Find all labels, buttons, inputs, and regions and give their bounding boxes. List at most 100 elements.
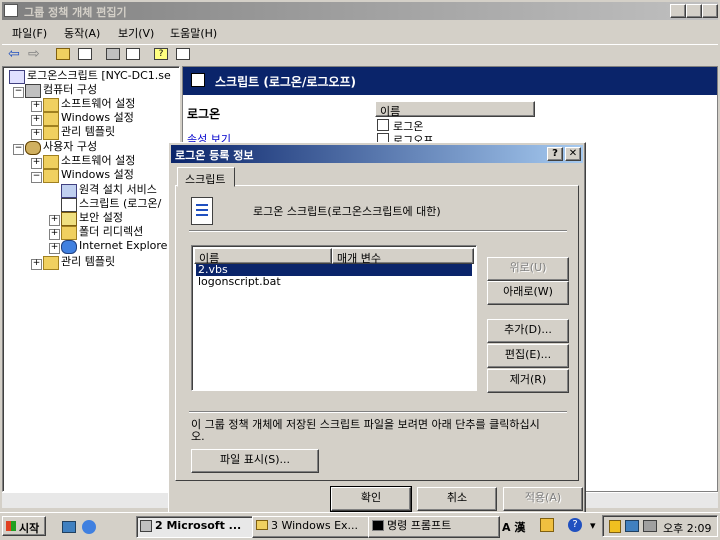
help-tray-icon[interactable]: ?	[568, 518, 582, 532]
quicklaunch-desktop-icon[interactable]	[62, 521, 76, 533]
scripts-icon	[191, 73, 205, 87]
dialog-title: 로그온 등록 정보	[175, 149, 254, 162]
menu-file[interactable]: 파일(F)	[12, 25, 47, 41]
tree-software-settings[interactable]: 소프트웨어 설정	[61, 97, 135, 111]
menu-action[interactable]: 동작(A)	[64, 25, 100, 41]
task-button-cmd[interactable]: 명령 프롬프트	[368, 516, 500, 538]
task-label: 3 Windows Ex...	[271, 519, 359, 532]
script-list[interactable]: 이름 매개 변수 2.vbs logonscript.bat	[191, 245, 477, 391]
expander-windows[interactable]: +	[31, 115, 42, 126]
up-folder-icon[interactable]	[56, 48, 70, 60]
security-icon	[61, 212, 77, 226]
expander-user-admin[interactable]: +	[31, 259, 42, 270]
expander-software[interactable]: +	[31, 101, 42, 112]
cancel-button[interactable]: 취소	[417, 487, 497, 511]
separator	[189, 411, 567, 413]
windows-logo-icon	[6, 521, 16, 531]
add-button[interactable]: 추가(D)...	[487, 319, 569, 343]
task-button-mmc[interactable]: 2 Microsoft ...	[136, 516, 268, 538]
column-header-params[interactable]: 매개 변수	[332, 248, 474, 265]
main-title-bar[interactable]: 그룹 정책 개체 편집기 _ □ ✕	[2, 2, 718, 20]
menu-bar: 파일(F) 동작(A) 보기(V) 도움말(H)	[2, 22, 718, 42]
quicklaunch-ie-icon[interactable]	[82, 520, 96, 534]
tree-security[interactable]: 보안 설정	[79, 211, 123, 225]
remove-button[interactable]: 제거(R)	[487, 369, 569, 393]
column-header-name[interactable]: 이름	[194, 248, 332, 265]
tree-computer-config[interactable]: 컴퓨터 구성	[43, 83, 97, 97]
help-icon[interactable]: ?	[154, 48, 168, 60]
start-button[interactable]: 시작	[2, 516, 46, 536]
move-up-button[interactable]: 위로(U)	[487, 257, 569, 281]
monitor-icon[interactable]	[625, 520, 639, 532]
tray-arrow-icon[interactable]: ▾	[590, 519, 596, 532]
expander-security[interactable]: +	[49, 215, 60, 226]
dialog-title-bar[interactable]: 로그온 등록 정보 ? ✕	[171, 145, 583, 163]
expander-user-software[interactable]: +	[31, 158, 42, 169]
console-icon[interactable]	[176, 48, 190, 60]
tree-admin-templates[interactable]: 관리 템플릿	[61, 125, 115, 139]
show-tree-icon[interactable]	[78, 48, 92, 60]
user-icon	[25, 141, 41, 155]
logon-item-icon	[377, 119, 389, 131]
computer-icon	[25, 84, 41, 98]
edit-button[interactable]: 편집(E)...	[487, 344, 569, 368]
ok-button[interactable]: 확인	[330, 486, 412, 512]
tree-user-admin[interactable]: 관리 템플릿	[61, 255, 115, 269]
app-icon	[4, 4, 18, 17]
clock: 오후 2:09	[663, 522, 712, 535]
ime-icon[interactable]	[540, 518, 554, 532]
properties-icon[interactable]	[106, 48, 120, 60]
show-files-button[interactable]: 파일 표시(S)...	[191, 449, 319, 473]
script-icon	[61, 198, 77, 212]
expander-ie[interactable]: +	[49, 243, 60, 254]
forward-icon[interactable]: ⇨	[28, 46, 40, 62]
tab-scripts[interactable]: 스크립트	[177, 167, 235, 187]
tree-windows-settings[interactable]: Windows 설정	[61, 111, 134, 125]
folder-icon	[43, 126, 59, 140]
tree-root[interactable]: 로그온스크립트 [NYC-DC1.se	[27, 69, 171, 83]
expander-admin[interactable]: +	[31, 129, 42, 140]
shield-icon[interactable]	[609, 520, 621, 533]
back-icon[interactable]: ⇦	[8, 46, 20, 62]
script-row[interactable]: logonscript.bat	[196, 275, 472, 288]
tree-folder-redirect[interactable]: 폴더 리디렉션	[79, 225, 143, 239]
expander-folder-redirect[interactable]: +	[49, 229, 60, 240]
task-label: 명령 프롬프트	[387, 519, 452, 532]
minimize-button[interactable]: _	[670, 4, 686, 18]
section-title: 로그온	[187, 107, 221, 121]
move-down-button[interactable]: 아래로(W)	[487, 281, 569, 305]
script-name: logonscript.bat	[198, 275, 281, 288]
close-button[interactable]: ✕	[702, 4, 718, 18]
expander-user-windows[interactable]: −	[31, 172, 42, 183]
list-column-header[interactable]: 이름	[375, 101, 535, 118]
maximize-button[interactable]: □	[686, 4, 702, 18]
tree-user-config[interactable]: 사용자 구성	[43, 140, 97, 154]
tree-user-windows[interactable]: Windows 설정	[61, 168, 134, 182]
mmc-icon	[140, 520, 152, 532]
apply-button[interactable]: 적용(A)	[503, 487, 583, 511]
folder-icon	[43, 112, 59, 126]
task-button-explorer[interactable]: 3 Windows Ex...	[252, 516, 384, 538]
tree-user-software[interactable]: 소프트웨어 설정	[61, 154, 135, 168]
menu-help[interactable]: 도움말(H)	[170, 25, 217, 41]
expander-computer[interactable]: −	[13, 87, 24, 98]
folder-icon	[43, 155, 59, 169]
column-name: 이름	[380, 105, 401, 118]
export-icon[interactable]	[126, 48, 140, 60]
properties-dialog: 로그온 등록 정보 ? ✕ 스크립트 로그온 스크립트(로그온스크립트에 대한)…	[168, 142, 586, 514]
explorer-icon	[256, 520, 268, 530]
separator	[189, 230, 567, 232]
remote-install-icon	[61, 184, 77, 198]
tree-scripts[interactable]: 스크립트 (로그온/	[79, 197, 161, 211]
main-title: 그룹 정책 개체 편집기	[24, 6, 127, 19]
network-icon[interactable]	[643, 520, 657, 532]
folder-icon	[43, 256, 59, 270]
dialog-close-button[interactable]: ✕	[565, 147, 581, 161]
menu-view[interactable]: 보기(V)	[118, 25, 154, 41]
start-label: 시작	[19, 522, 40, 535]
expander-user[interactable]: −	[13, 144, 24, 155]
task-label: 2 Microsoft ...	[155, 519, 242, 532]
dialog-help-button[interactable]: ?	[547, 147, 563, 161]
tree-remote-install[interactable]: 원격 설치 서비스	[79, 183, 157, 197]
language-indicator[interactable]: A 漢	[502, 519, 525, 535]
